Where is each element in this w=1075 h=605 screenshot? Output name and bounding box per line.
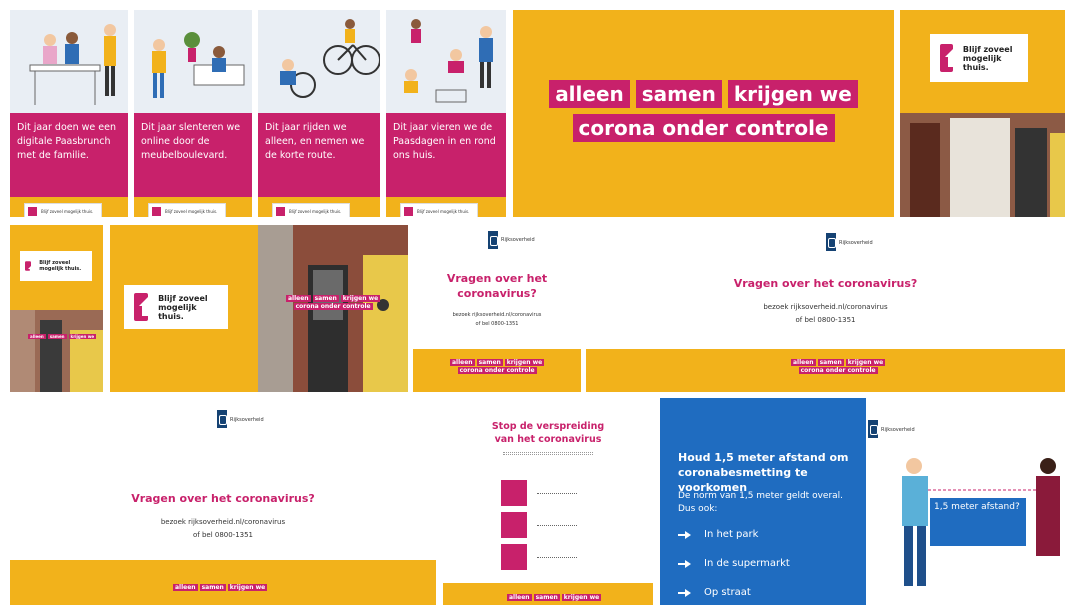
questions-title: Vragen over het coronavirus? <box>131 492 315 505</box>
stay-home-badge: Blijf zoveel mogelijk thuis. <box>930 34 1028 82</box>
stop-title-line1: Stop de verspreiding <box>491 421 605 432</box>
front-door-photo <box>900 113 1065 217</box>
distance-item-street: Op straat <box>678 587 751 598</box>
mini-slogan: alleen samen krijgen we corona onder contr… <box>791 359 886 374</box>
mini-slogan: alleen samen krijgen we <box>173 584 268 591</box>
mini-slogan: alleen samen krijgen we <box>28 334 97 339</box>
distance-poster: Houd 1,5 meter afstand om coronabesmetti… <box>660 398 866 605</box>
card-text: Dit jaar doen we een digitale Paasbrunch… <box>10 113 128 197</box>
distance-item-supermarket: In de supermarkt <box>678 558 790 569</box>
mini-stay-home-badge: Blijf zoveel mogelijk thuis. <box>24 203 102 217</box>
illustration-celebrating-home <box>386 10 506 113</box>
stop-rule-distance <box>501 512 577 538</box>
mini-slogan: alleen samen krijgen we corona onder contr… <box>286 295 381 310</box>
questions-poster-wide: Rijksoverheid Vragen over het coronaviru… <box>586 225 1065 392</box>
house-icon <box>25 261 40 275</box>
house-icon <box>940 44 963 72</box>
stop-title-line2: van het coronavirus <box>494 434 602 445</box>
questions-phone: of bel 0800-1351 <box>475 321 519 327</box>
questions-title-line1: Vragen over het <box>446 272 548 285</box>
front-door-photo-large: alleen samen krijgen we corona onder contr… <box>258 225 408 392</box>
house-icon <box>152 206 161 216</box>
illustration-family-brunch <box>10 10 128 113</box>
stay-home-poster-top: Blijf zoveel mogelijk thuis. <box>900 10 1065 217</box>
house-icon <box>501 480 527 506</box>
slogan-word-samen: samen <box>635 80 722 108</box>
card-text: Dit jaar slenteren we online door de meu… <box>134 113 252 197</box>
mini-stay-home-badge: Blijf zoveel mogelijk thuis. <box>272 203 350 217</box>
distance-icon <box>501 512 527 538</box>
questions-phone: of bel 0800-1351 <box>795 316 856 324</box>
distance-norm: De norm van 1,5 meter geldt overal. Dus … <box>678 491 844 514</box>
slogan-word-krijgen: krijgen we <box>727 80 858 108</box>
distance-title: Houd 1,5 meter afstand om coronabesmetti… <box>678 451 849 494</box>
easter-card-3: Dit jaar rijden we alleen, en nemen we d… <box>258 10 380 217</box>
easter-card-1: Dit jaar doen we een digitale Paasbrunch… <box>10 10 128 217</box>
questions-visit: bezoek rijksoverheid.nl/coronavirus <box>763 303 888 311</box>
mini-stay-home-badge: Blijf zoveel mogelijk thuis. <box>148 203 226 217</box>
distance-item-park: In het park <box>678 529 758 540</box>
questions-poster-bottom: Rijksoverheid Vragen over het coronaviru… <box>10 398 436 605</box>
easter-card-4: Dit jaar vieren we de Paasdagen in en ro… <box>386 10 506 217</box>
illustration-cycling <box>258 10 380 113</box>
house-icon <box>276 206 285 216</box>
stop-spreading-poster: Stop de verspreiding van het coronavirus… <box>443 398 653 605</box>
house-icon <box>404 206 413 216</box>
stay-home-poster-wide: Blijf zoveel mogelijk thuis. <box>110 225 258 392</box>
stay-home-badge: Blijf zoveel mogelijk thuis. <box>124 285 228 329</box>
mini-slogan: alleen samen krijgen we <box>507 594 602 601</box>
arrow-right-icon <box>678 559 692 569</box>
front-door-photo: alleen samen krijgen we <box>10 310 103 392</box>
slogan-banner: alleen samen krijgen we corona onder con… <box>513 10 894 217</box>
rijksoverheid-logo-icon <box>488 231 498 249</box>
slogan-word-alleen: alleen <box>549 80 630 108</box>
distance-illustration: Rijksoverheid 1,5 meter afstand? <box>866 398 1065 605</box>
questions-poster-square: Rijksoverheid Vragen over het coronaviru… <box>413 225 581 392</box>
house-icon <box>28 206 37 216</box>
slogan-line2: corona onder controle <box>572 114 835 142</box>
stop-rule-hygiene <box>501 544 577 570</box>
rijksoverheid-logo-icon <box>217 410 227 428</box>
questions-title-line2: coronavirus? <box>457 287 537 300</box>
house-icon <box>134 293 158 321</box>
stop-rule-stay-home <box>501 480 577 506</box>
stay-home-badge: Blijf zoveel mogelijk thuis. <box>20 251 92 281</box>
mini-slogan: alleen samen krijgen we corona onder contr… <box>450 359 545 374</box>
rijksoverheid-logo-icon <box>826 233 836 251</box>
card-text: Dit jaar rijden we alleen, en nemen we d… <box>258 113 380 197</box>
questions-title: Vragen over het coronavirus? <box>733 277 918 290</box>
easter-card-2: Dit jaar slenteren we online door de meu… <box>134 10 252 217</box>
arrow-right-icon <box>678 588 692 598</box>
stay-home-poster-small: Blijf zoveel mogelijk thuis. alleen samen… <box>10 225 103 392</box>
arrow-right-icon <box>678 530 692 540</box>
illustration-online-shopping <box>134 10 252 113</box>
questions-visit: bezoek rijksoverheid.nl/coronavirus <box>452 312 542 318</box>
questions-visit: bezoek rijksoverheid.nl/coronavirus <box>160 518 286 526</box>
hand-icon <box>501 544 527 570</box>
questions-phone: of bel 0800-1351 <box>192 531 254 539</box>
card-text: Dit jaar vieren we de Paasdagen in en ro… <box>386 113 506 197</box>
mini-stay-home-badge: Blijf zoveel mogelijk thuis. <box>400 203 478 217</box>
distance-bubble: 1,5 meter afstand? <box>930 498 1026 546</box>
